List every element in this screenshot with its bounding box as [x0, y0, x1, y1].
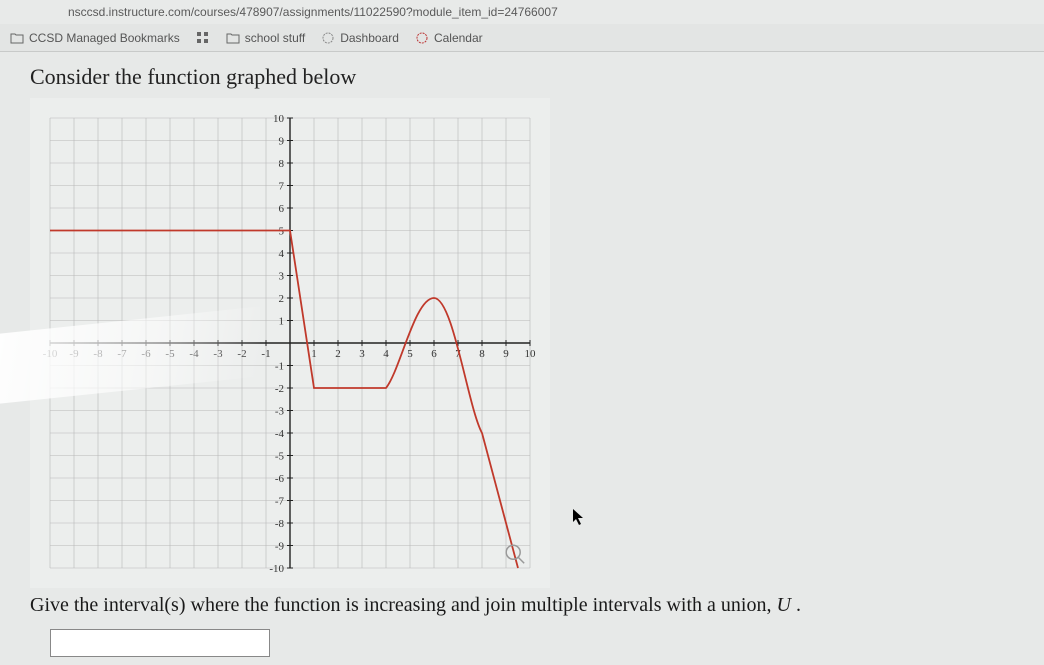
svg-text:-2: -2	[275, 383, 284, 395]
svg-text:-7: -7	[117, 348, 127, 360]
svg-text:10: 10	[525, 348, 537, 360]
svg-text:-9: -9	[275, 541, 285, 553]
svg-text:6: 6	[431, 348, 437, 360]
union-symbol: U	[776, 594, 790, 616]
question-prompt: Give the interval(s) where the function …	[30, 594, 1024, 617]
managed-bookmarks-folder[interactable]: CCSD Managed Bookmarks	[10, 31, 180, 45]
answer-input[interactable]	[50, 629, 270, 657]
prompt-suffix: .	[791, 594, 801, 616]
svg-text:-10: -10	[43, 348, 58, 360]
assignment-content: Consider the function graphed below -10-…	[0, 52, 1044, 665]
svg-text:8: 8	[479, 348, 485, 360]
bookmark-label: Calendar	[434, 31, 483, 45]
svg-text:-10: -10	[269, 563, 284, 575]
bookmark-dashboard[interactable]: Dashboard	[321, 31, 399, 45]
svg-text:4: 4	[279, 248, 285, 260]
apps-grid-icon[interactable]	[196, 31, 210, 45]
bookmark-label: CCSD Managed Bookmarks	[29, 31, 180, 45]
calendar-icon	[415, 31, 429, 45]
svg-text:-3: -3	[213, 348, 223, 360]
folder-icon	[226, 31, 240, 45]
graph-svg: -10 -9 -8 -7 -6 -5 -4 -3 -2 -1 1 2 3 4 5 6 7 8 9 10 -10 -9 -8 -…	[30, 98, 550, 588]
bookmark-label: Dashboard	[340, 31, 399, 45]
prompt-prefix: Give the interval(s) where the function …	[30, 594, 776, 616]
svg-text:-4: -4	[189, 348, 199, 360]
svg-text:6: 6	[279, 203, 285, 215]
svg-text:5: 5	[279, 226, 285, 238]
svg-text:-9: -9	[69, 348, 79, 360]
svg-text:9: 9	[279, 136, 285, 148]
svg-text:5: 5	[407, 348, 413, 360]
dashboard-icon	[321, 31, 335, 45]
folder-icon	[10, 31, 24, 45]
svg-text:-5: -5	[165, 348, 175, 360]
svg-text:-1: -1	[261, 348, 270, 360]
svg-text:-1: -1	[275, 361, 284, 373]
svg-text:4: 4	[383, 348, 389, 360]
function-graph: -10 -9 -8 -7 -6 -5 -4 -3 -2 -1 1 2 3 4 5 6 7 8 9 10 -10 -9 -8 -…	[30, 98, 550, 588]
bookmark-calendar[interactable]: Calendar	[415, 31, 483, 45]
svg-text:-7: -7	[275, 496, 285, 508]
svg-text:-4: -4	[275, 428, 285, 440]
url-text: nsccsd.instructure.com/courses/478907/as…	[68, 5, 558, 19]
svg-text:2: 2	[279, 293, 285, 305]
svg-text:-2: -2	[237, 348, 246, 360]
svg-text:3: 3	[359, 348, 365, 360]
bookmarks-bar: CCSD Managed Bookmarks school stuff Dash…	[0, 24, 1044, 52]
svg-text:-6: -6	[141, 348, 151, 360]
svg-text:10: 10	[273, 113, 285, 125]
svg-text:1: 1	[311, 348, 317, 360]
svg-text:-3: -3	[275, 406, 285, 418]
question-title: Consider the function graphed below	[30, 64, 1024, 90]
svg-text:1: 1	[279, 316, 285, 328]
svg-text:-8: -8	[93, 348, 103, 360]
bookmark-label: school stuff	[245, 31, 305, 45]
svg-text:8: 8	[279, 158, 285, 170]
svg-text:9: 9	[503, 348, 509, 360]
svg-text:-5: -5	[275, 451, 285, 463]
bookmark-school-stuff[interactable]: school stuff	[226, 31, 305, 45]
svg-text:-6: -6	[275, 473, 285, 485]
svg-text:2: 2	[335, 348, 341, 360]
svg-text:7: 7	[279, 181, 285, 193]
browser-url-bar: nsccsd.instructure.com/courses/478907/as…	[0, 0, 1044, 24]
svg-text:-8: -8	[275, 518, 285, 530]
svg-text:3: 3	[279, 271, 285, 283]
